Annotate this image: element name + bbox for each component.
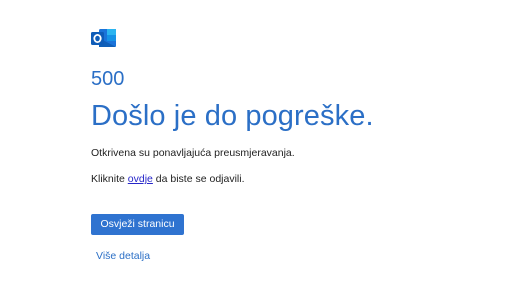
page-title: Došlo je do pogreške.: [91, 100, 374, 132]
signout-instruction: Kliknite ovdje da biste se odjavili.: [91, 172, 245, 186]
signout-prefix: Kliknite: [91, 173, 128, 185]
error-code: 500: [91, 68, 125, 90]
signout-link[interactable]: ovdje: [128, 173, 153, 185]
outlook-logo-icon: [91, 28, 117, 48]
signout-suffix: da biste se odjavili.: [152, 173, 245, 185]
error-message: Otkrivena su ponavljajuća preusmjeravanj…: [91, 147, 295, 159]
refresh-page-button[interactable]: Osvježi stranicu: [91, 214, 184, 235]
more-details-link[interactable]: Više detalja: [96, 249, 150, 263]
